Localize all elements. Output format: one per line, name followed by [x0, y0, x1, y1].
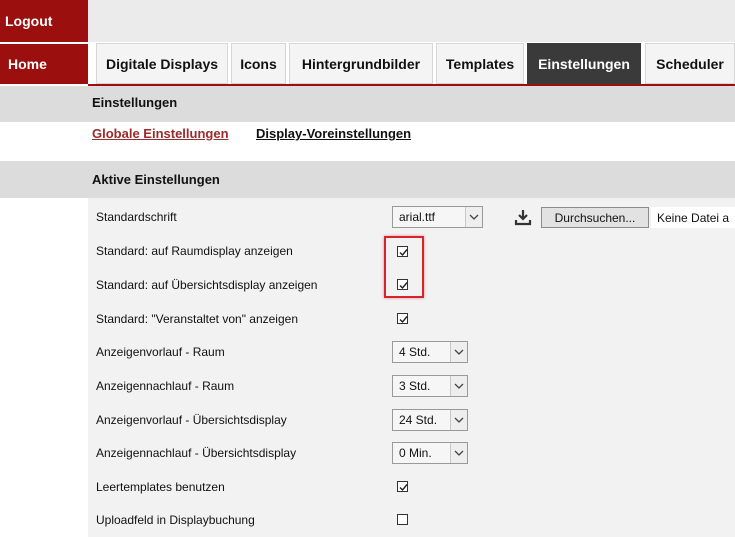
select-value: arial.ttf [399, 210, 436, 224]
setting-label: Standard: auf Raumdisplay anzeigen [96, 244, 293, 258]
subnav-globale-einstellungen[interactable]: Globale Einstellungen [92, 126, 229, 141]
select-nachlauf-uebersicht[interactable]: 0 Min. [392, 442, 468, 464]
select-vorlauf-uebersicht[interactable]: 24 Std. [392, 409, 468, 431]
download-icon[interactable] [514, 208, 532, 226]
active-settings-title: Aktive Einstellungen [92, 172, 220, 187]
tab-label: Templates [445, 55, 515, 72]
chevron-down-icon [450, 410, 467, 430]
font-select[interactable]: arial.ttf [392, 206, 483, 228]
select-value: 0 Min. [399, 446, 432, 460]
setting-label: Leertemplates benutzen [96, 480, 225, 494]
tab-digitale-displays[interactable]: Digitale Displays [96, 43, 228, 84]
home-label: Home [8, 56, 47, 72]
tab-einstellungen[interactable]: Einstellungen [527, 43, 641, 84]
checkbox-veranstaltet-von[interactable] [397, 313, 408, 324]
top-header-bar [88, 0, 735, 42]
setting-label: Anzeigennachlauf - Übersichtsdisplay [96, 446, 297, 460]
setting-label: Standard: auf Übersichtsdisplay anzeigen [96, 278, 318, 292]
select-value: 4 Std. [399, 345, 431, 359]
subnav-display-voreinstellungen[interactable]: Display-Voreinstellungen [256, 126, 411, 141]
logout-label: Logout [5, 13, 53, 29]
chevron-down-icon [465, 207, 482, 227]
chevron-down-icon [450, 376, 467, 396]
section-title: Einstellungen [92, 95, 178, 110]
setting-label: Anzeigenvorlauf - Übersichtsdisplay [96, 413, 287, 427]
setting-label: Standard: "Veranstaltet von" anzeigen [96, 312, 298, 326]
tab-icons[interactable]: Icons [231, 43, 286, 84]
select-value: 24 Std. [399, 413, 438, 427]
tab-templates[interactable]: Templates [436, 43, 524, 84]
select-nachlauf-raum[interactable]: 3 Std. [392, 375, 468, 397]
setting-label: Anzeigennachlauf - Raum [96, 379, 235, 393]
tab-scheduler[interactable]: Scheduler [645, 43, 735, 84]
checkbox-uploadfeld[interactable] [397, 514, 408, 525]
select-vorlauf-raum[interactable]: 4 Std. [392, 341, 468, 363]
chevron-down-icon [450, 342, 467, 362]
checkbox-leertemplates[interactable] [397, 481, 408, 492]
tab-label: Icons [240, 55, 277, 72]
file-status-text: Keine Datei a [651, 207, 735, 228]
home-button[interactable]: Home [0, 44, 88, 84]
chevron-down-icon [450, 443, 467, 463]
tab-hintergrundbilder[interactable]: Hintergrundbilder [289, 43, 433, 84]
setting-label: Anzeigenvorlauf - Raum [96, 345, 225, 359]
highlight-box [384, 236, 424, 298]
browse-file-button[interactable]: Durchsuchen... [541, 207, 649, 228]
setting-label: Uploadfeld in Displaybuchung [96, 513, 255, 527]
tab-label: Hintergrundbilder [301, 55, 421, 72]
setting-label-standardschrift: Standardschrift [96, 210, 177, 224]
tab-label: Scheduler [656, 55, 724, 72]
logout-button[interactable]: Logout [0, 0, 88, 42]
tab-label: Einstellungen [538, 55, 630, 72]
tab-label: Digitale Displays [105, 55, 219, 72]
select-value: 3 Std. [399, 379, 431, 393]
